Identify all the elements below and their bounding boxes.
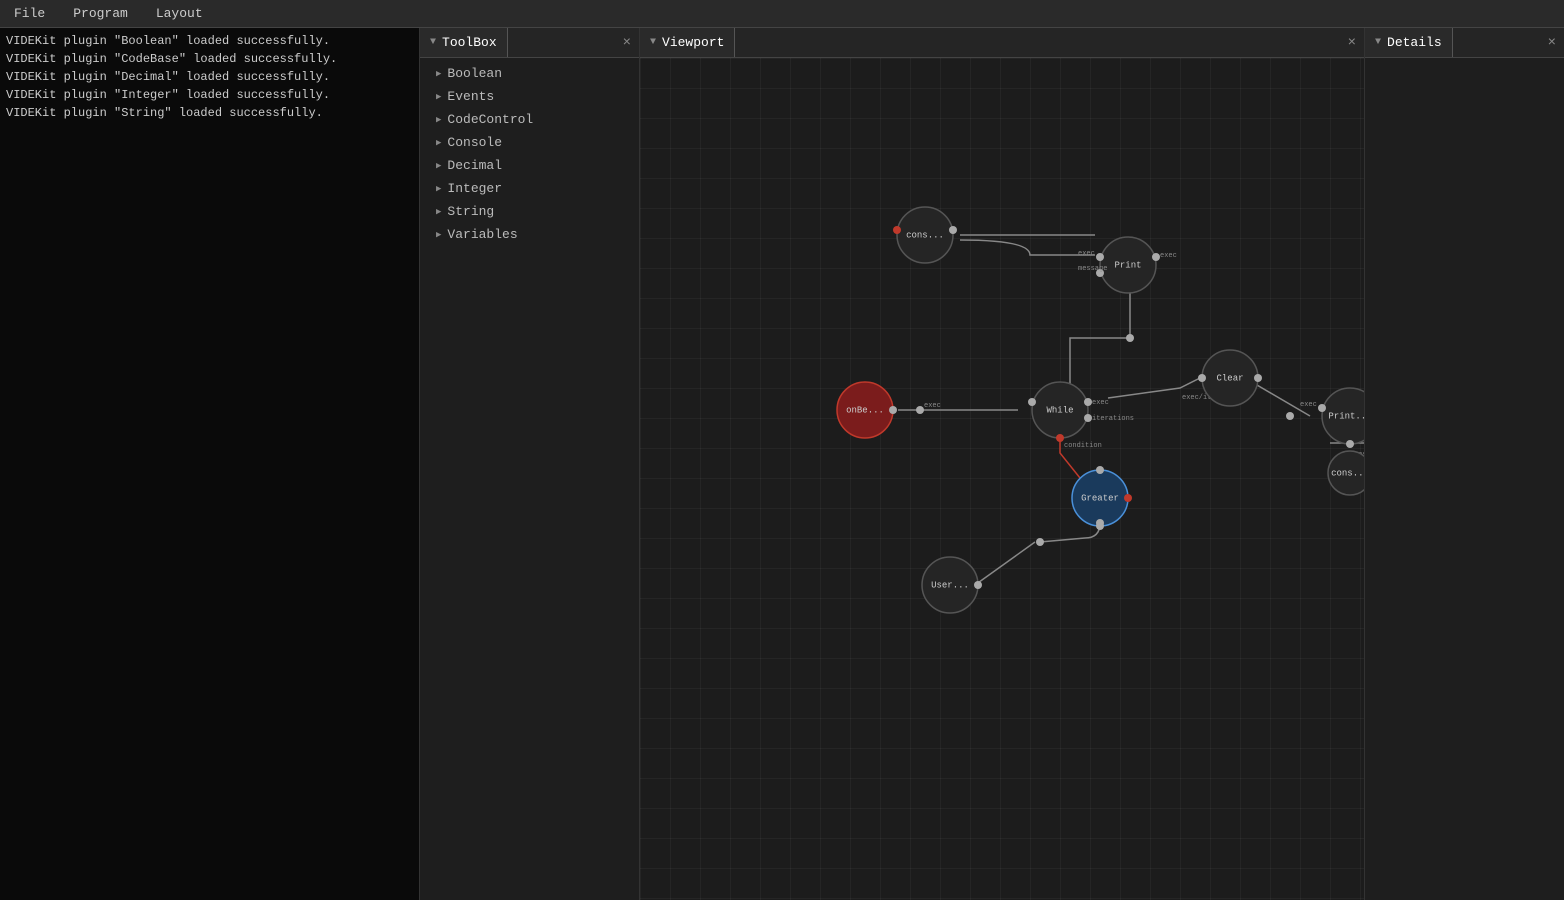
panels-row: ▼ ToolBox × ▶ Boolean ▶ Events ▶ xyxy=(420,28,1564,900)
menu-program[interactable]: Program xyxy=(67,4,134,23)
svg-text:condition: condition xyxy=(1064,442,1102,450)
console-line-1: VIDEKit plugin "Boolean" loaded successf… xyxy=(6,32,413,50)
toolbox-header: ▼ ToolBox × xyxy=(420,28,639,58)
console-line-5: VIDEKit plugin "String" loaded successfu… xyxy=(6,104,413,122)
console-line-2: VIDEKit plugin "CodeBase" loaded success… xyxy=(6,50,413,68)
menu-file[interactable]: File xyxy=(8,4,51,23)
graph-svg: cons... Print message exec xyxy=(640,58,1364,900)
toolbox-close-button[interactable]: × xyxy=(615,28,639,57)
toolbox-list: ▶ Boolean ▶ Events ▶ CodeControl ▶ Conso… xyxy=(420,58,639,250)
toolbox-panel: ▼ ToolBox × ▶ Boolean ▶ Events ▶ xyxy=(420,28,640,900)
codecontrol-label: CodeControl xyxy=(447,112,533,127)
console-line-4: VIDEKit plugin "Integer" loaded successf… xyxy=(6,86,413,104)
svg-text:iterations: iterations xyxy=(1092,415,1134,423)
node-user[interactable]: User... xyxy=(922,557,982,613)
decimal-label: Decimal xyxy=(447,158,502,173)
svg-text:Greater: Greater xyxy=(1081,493,1119,503)
details-title: Details xyxy=(1387,35,1442,50)
svg-text:message: message xyxy=(1078,265,1107,273)
details-close-button[interactable]: × xyxy=(1540,28,1564,57)
node-cons1[interactable]: cons... xyxy=(893,207,957,263)
details-tab[interactable]: ▼ Details xyxy=(1365,28,1453,57)
svg-text:cons...: cons... xyxy=(1331,468,1364,478)
right-area: ▼ ToolBox × ▶ Boolean ▶ Events ▶ xyxy=(420,28,1564,900)
string-label: String xyxy=(447,204,494,219)
toolbox-item-console[interactable]: ▶ Console xyxy=(420,131,639,154)
menu-layout[interactable]: Layout xyxy=(150,4,209,23)
svg-text:cons...: cons... xyxy=(906,230,944,240)
viewport-canvas[interactable]: cons... Print message exec xyxy=(640,58,1364,900)
toolbox-item-string[interactable]: ▶ String xyxy=(420,200,639,223)
toolbox-arrow-icon: ▼ xyxy=(430,37,436,48)
toolbox-item-codecontrol[interactable]: ▶ CodeControl xyxy=(420,108,639,131)
svg-text:exec: exec xyxy=(1078,250,1095,258)
node-print-top[interactable]: Print message exec exec xyxy=(1078,237,1177,293)
svg-text:While: While xyxy=(1046,405,1073,415)
svg-text:Clear: Clear xyxy=(1216,373,1243,383)
viewport-panel: ▼ Viewport × xyxy=(640,28,1364,900)
node-print1[interactable]: Print... exec exec message xyxy=(1300,388,1364,459)
main-area: VIDEKit plugin "Boolean" loaded successf… xyxy=(0,28,1564,900)
toolbox-title: ToolBox xyxy=(442,35,497,50)
viewport-title: Viewport xyxy=(662,35,724,50)
svg-text:exec: exec xyxy=(1092,399,1109,407)
viewport-tab[interactable]: ▼ Viewport xyxy=(640,28,735,57)
console-line-3: VIDEKit plugin "Decimal" loaded successf… xyxy=(6,68,413,86)
svg-text:Print...: Print... xyxy=(1328,411,1364,421)
svg-text:User...: User... xyxy=(931,580,969,590)
details-arrow-icon: ▼ xyxy=(1375,37,1381,48)
string-expand-icon: ▶ xyxy=(436,207,441,217)
integer-expand-icon: ▶ xyxy=(436,184,441,194)
console-panel: VIDEKit plugin "Boolean" loaded successf… xyxy=(0,28,420,900)
svg-text:exec: exec xyxy=(1160,252,1177,260)
toolbox-item-boolean[interactable]: ▶ Boolean xyxy=(420,62,639,85)
svg-text:Print: Print xyxy=(1114,260,1141,270)
node-cons2[interactable]: cons... xyxy=(1328,451,1364,495)
viewport-arrow-icon: ▼ xyxy=(650,37,656,48)
console-expand-icon: ▶ xyxy=(436,138,441,148)
node-onbe[interactable]: onBe... xyxy=(837,382,897,438)
console-label: Console xyxy=(447,135,502,150)
integer-label: Integer xyxy=(447,181,502,196)
details-panel: ▼ Details × xyxy=(1364,28,1564,900)
menubar: File Program Layout xyxy=(0,0,1564,28)
events-expand-icon: ▶ xyxy=(436,92,441,102)
toolbox-tab[interactable]: ▼ ToolBox xyxy=(420,28,508,57)
decimal-expand-icon: ▶ xyxy=(436,161,441,171)
toolbox-item-integer[interactable]: ▶ Integer xyxy=(420,177,639,200)
svg-text:onBe...: onBe... xyxy=(846,405,884,415)
viewport-close-button[interactable]: × xyxy=(1340,28,1364,57)
toolbox-item-events[interactable]: ▶ Events xyxy=(420,85,639,108)
toolbox-item-variables[interactable]: ▶ Variables xyxy=(420,223,639,246)
details-header: ▼ Details × xyxy=(1365,28,1564,58)
events-label: Events xyxy=(447,89,494,104)
svg-text:exec: exec xyxy=(1300,401,1317,409)
codecontrol-expand-icon: ▶ xyxy=(436,115,441,125)
toolbox-item-decimal[interactable]: ▶ Decimal xyxy=(420,154,639,177)
variables-expand-icon: ▶ xyxy=(436,230,441,240)
svg-text:exec: exec xyxy=(924,402,941,410)
variables-label: Variables xyxy=(447,227,517,242)
boolean-expand-icon: ▶ xyxy=(436,69,441,79)
node-while[interactable]: While condition exec iterations xyxy=(1028,382,1134,450)
viewport-header: ▼ Viewport × xyxy=(640,28,1364,58)
boolean-label: Boolean xyxy=(447,66,502,81)
